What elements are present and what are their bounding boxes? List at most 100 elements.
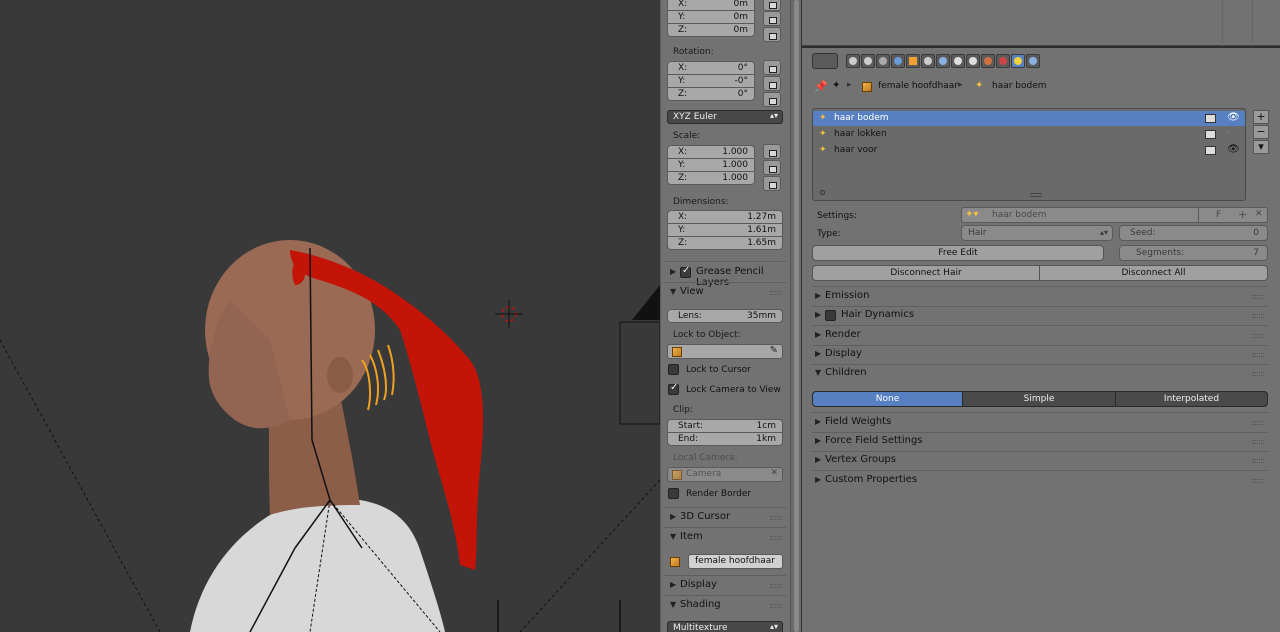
lock-icon[interactable] — [763, 160, 781, 175]
rotation-x-field[interactable]: X: 0° — [667, 61, 755, 75]
editor-type-menu[interactable] — [812, 53, 838, 69]
list-item[interactable]: ✦ haar bodem 👁 — [813, 111, 1245, 126]
render-layers-icon[interactable] — [861, 54, 875, 68]
grip-icon[interactable] — [1252, 479, 1264, 483]
grip-icon[interactable] — [770, 291, 782, 295]
lock-icon[interactable] — [763, 60, 781, 75]
lock-icon[interactable] — [763, 144, 781, 159]
view-panel-header[interactable]: ▼ View — [664, 284, 786, 302]
hair-dynamics-checkbox[interactable] — [825, 310, 836, 321]
grip-icon[interactable] — [770, 584, 782, 588]
world-icon[interactable] — [891, 54, 905, 68]
shading-panel-header[interactable]: ▼ Shading — [664, 597, 786, 615]
vertex-groups-panel-header[interactable]: ▶ Vertex Groups — [812, 452, 1268, 470]
rotation-mode-dropdown[interactable]: XYZ Euler ▴▾ — [667, 110, 783, 124]
lock-icon[interactable] — [763, 92, 781, 107]
render-camera-icon[interactable] — [1205, 146, 1216, 155]
scale-x-field[interactable]: X: 1.000 — [667, 145, 755, 159]
eye-icon[interactable]: 👁 — [1227, 112, 1240, 123]
list-item[interactable]: ✦ haar lokken · — [813, 127, 1245, 142]
grip-icon[interactable] — [770, 516, 782, 520]
unlink-icon[interactable]: ✕ — [1255, 209, 1263, 219]
item-panel-header[interactable]: ▼ Item — [664, 529, 786, 547]
bone-icon[interactable] — [966, 54, 980, 68]
render-context-icon[interactable] — [846, 54, 860, 68]
menu-down-icon[interactable]: ▾ — [1253, 140, 1269, 154]
seed-field[interactable]: Seed: 0 — [1119, 225, 1268, 241]
resize-grip-icon[interactable] — [1030, 193, 1042, 197]
filter-icon[interactable] — [820, 190, 825, 195]
add-icon[interactable]: + — [1253, 110, 1269, 124]
render-camera-icon[interactable] — [1205, 114, 1216, 123]
disconnect-hair-button[interactable]: Disconnect Hair — [812, 265, 1040, 281]
children-none-button[interactable]: None — [812, 391, 963, 407]
list-item[interactable]: ✦ haar voor 👁 — [813, 143, 1245, 158]
constraints-icon[interactable] — [921, 54, 935, 68]
scene-icon[interactable] — [876, 54, 890, 68]
free-edit-button[interactable]: Free Edit — [812, 245, 1104, 261]
field-weights-panel-header[interactable]: ▶ Field Weights — [812, 414, 1268, 432]
display-panel-header[interactable]: ▶ Display — [812, 346, 1268, 364]
grip-icon[interactable] — [770, 536, 782, 540]
emission-panel-header[interactable]: ▶ Emission — [812, 288, 1268, 306]
lens-field[interactable]: Lens: 35mm — [667, 309, 783, 323]
data-icon[interactable] — [951, 54, 965, 68]
material-icon[interactable] — [981, 54, 995, 68]
render-border-checkbox[interactable] — [668, 488, 679, 499]
modifiers-icon[interactable] — [936, 54, 950, 68]
lock-icon[interactable] — [763, 176, 781, 191]
scale-z-field[interactable]: Z: 1.000 — [667, 171, 755, 185]
grip-icon[interactable] — [1252, 334, 1264, 338]
grease-pencil-panel-header[interactable]: ▶ Grease Pencil Layers — [664, 264, 786, 288]
display-panel-header[interactable]: ▶ Display — [664, 577, 786, 595]
force-field-panel-header[interactable]: ▶ Force Field Settings — [812, 433, 1268, 451]
clip-end-field[interactable]: End: 1km — [667, 432, 783, 446]
clear-icon[interactable]: ✕ — [770, 468, 778, 478]
grip-icon[interactable] — [1252, 421, 1264, 425]
eyedropper-icon[interactable]: ✎ — [770, 345, 778, 356]
dimension-x-field[interactable]: X: 1.27m — [667, 210, 783, 224]
object-icon[interactable] — [906, 54, 920, 68]
add-settings-icon[interactable]: + — [1238, 208, 1247, 221]
grip-icon[interactable] — [1252, 353, 1264, 357]
grip-icon[interactable] — [770, 604, 782, 608]
render-panel-header[interactable]: ▶ Render — [812, 327, 1268, 345]
texture-icon[interactable] — [996, 54, 1010, 68]
children-interpolated-button[interactable]: Interpolated — [1115, 391, 1268, 407]
custom-properties-panel-header[interactable]: ▶ Custom Properties — [812, 472, 1268, 490]
dimension-z-field[interactable]: Z: 1.65m — [667, 236, 783, 250]
lock-to-cursor-checkbox[interactable] — [668, 364, 679, 375]
rotation-y-field[interactable]: Y: -0° — [667, 74, 755, 88]
grip-icon[interactable] — [1252, 440, 1264, 444]
hair-dynamics-panel-header[interactable]: ▶ Hair Dynamics — [812, 307, 1268, 325]
remove-icon[interactable]: − — [1253, 125, 1269, 139]
type-dropdown[interactable]: Hair ▴▾ — [961, 225, 1113, 241]
3d-viewport[interactable] — [0, 0, 660, 632]
clip-start-field[interactable]: Start: 1cm — [667, 419, 783, 433]
dimension-y-field[interactable]: Y: 1.61m — [667, 223, 783, 237]
grip-icon[interactable] — [1252, 372, 1264, 376]
grip-icon[interactable] — [1252, 295, 1264, 299]
render-camera-icon[interactable] — [1205, 130, 1216, 139]
eye-closed-icon[interactable]: · — [1227, 128, 1230, 139]
location-z-field[interactable]: Z: 0m — [667, 23, 755, 37]
physics-icon[interactable] — [1026, 54, 1040, 68]
eye-icon[interactable]: 👁 — [1227, 144, 1240, 155]
local-camera-field[interactable]: Camera ✕ — [667, 467, 783, 482]
grease-pencil-checkbox[interactable] — [680, 265, 691, 278]
lock-object-field[interactable]: ✎ — [667, 344, 783, 359]
segments-field[interactable]: Segments: 7 — [1119, 245, 1268, 261]
lock-icon[interactable] — [763, 76, 781, 91]
lock-icon[interactable] — [763, 11, 781, 26]
item-name-field[interactable]: female hoofdhaar — [688, 554, 783, 569]
lock-icon[interactable] — [763, 0, 781, 11]
particles-icon[interactable] — [1011, 54, 1025, 68]
children-panel-header[interactable]: ▼ Children — [812, 365, 1268, 383]
location-y-field[interactable]: Y: 0m — [667, 10, 755, 24]
lock-camera-checkbox[interactable] — [668, 382, 679, 395]
rotation-z-field[interactable]: Z: 0° — [667, 87, 755, 101]
settings-datablock-field[interactable]: ✦▾ haar bodem F + ✕ — [961, 207, 1268, 223]
lock-icon[interactable] — [763, 27, 781, 42]
grip-icon[interactable] — [1252, 459, 1264, 463]
shading-mode-dropdown[interactable]: Multitexture ▴▾ — [667, 621, 783, 632]
